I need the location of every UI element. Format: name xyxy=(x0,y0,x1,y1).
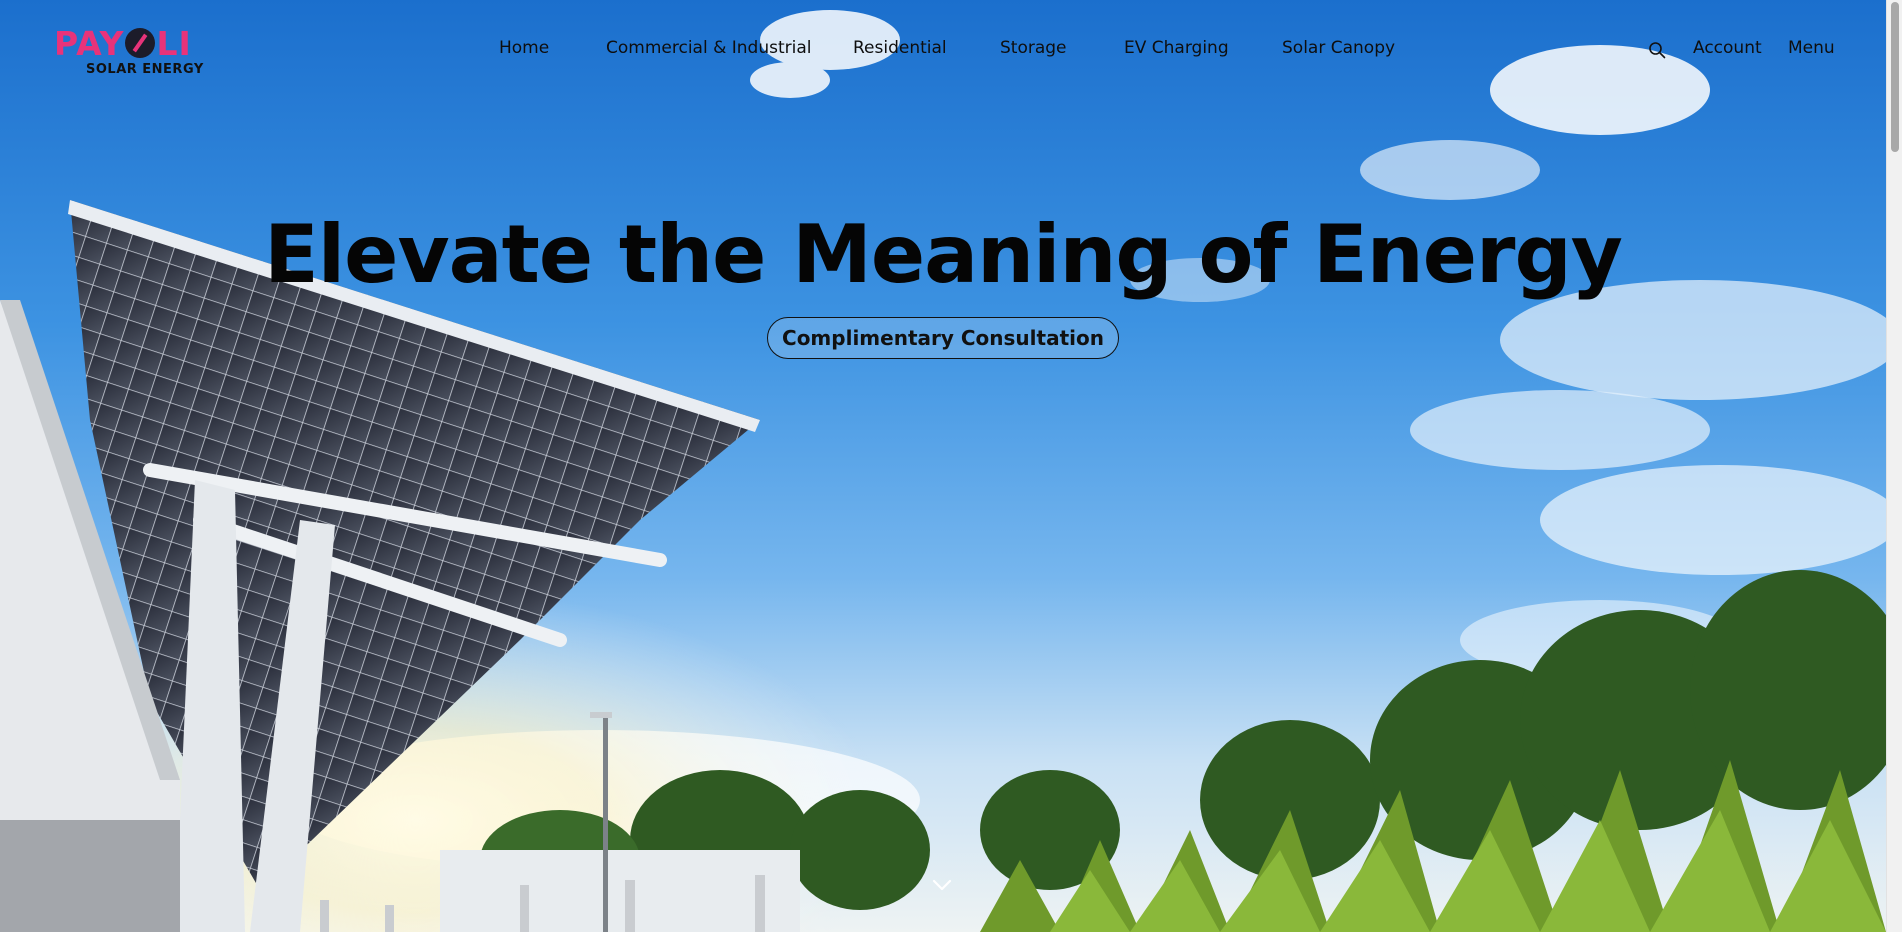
hero-section xyxy=(0,0,1886,932)
brand-logo[interactable]: PAY LI SOLAR ENERGY xyxy=(54,24,224,80)
hero-background-image xyxy=(0,0,1886,932)
account-link[interactable]: Account xyxy=(1693,38,1762,58)
nav-item-storage[interactable]: Storage xyxy=(1000,38,1067,58)
nav-item-commercial-industrial[interactable]: Commercial & Industrial xyxy=(606,38,811,58)
page-scrollbar[interactable] xyxy=(1886,0,1902,932)
menu-button[interactable]: Menu xyxy=(1788,38,1835,58)
chevron-down-icon[interactable] xyxy=(932,878,952,892)
nav-item-ev-charging[interactable]: EV Charging xyxy=(1124,38,1229,58)
consultation-button[interactable]: Complimentary Consultation xyxy=(767,317,1119,359)
site-header: PAY LI SOLAR ENERGY Home Commercial & Ind… xyxy=(0,0,1886,100)
nav-item-solar-canopy[interactable]: Solar Canopy xyxy=(1282,38,1395,58)
scrollbar-thumb[interactable] xyxy=(1891,2,1899,152)
nav-item-residential[interactable]: Residential xyxy=(853,38,947,58)
brand-wordmark: PAY LI xyxy=(54,24,192,63)
brand-tagline: SOLAR ENERGY xyxy=(86,62,204,77)
search-icon[interactable] xyxy=(1648,41,1666,59)
nav-item-home[interactable]: Home xyxy=(499,38,549,58)
hero-headline: Elevate the Meaning of Energy xyxy=(264,208,1623,301)
